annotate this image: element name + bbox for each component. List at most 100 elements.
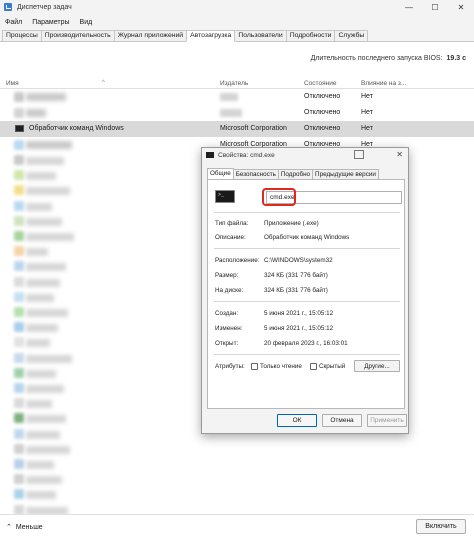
fewer-details-button[interactable]: ⌃ Меньше (6, 523, 43, 532)
app-name (26, 172, 56, 181)
app-name (26, 476, 62, 485)
highlight-box (262, 188, 296, 206)
tab-details[interactable]: Подробности (285, 30, 336, 41)
column-impact[interactable]: Влияние на з... (361, 80, 406, 87)
cancel-button[interactable]: Отмена (322, 414, 362, 427)
modified-label: Изменен: (215, 325, 243, 332)
file-type-value: Приложение (.exe) (264, 220, 319, 227)
sort-caret-icon: ^ (102, 80, 105, 86)
created-label: Создан: (215, 310, 239, 317)
table-row[interactable]: Отключено Нет (0, 105, 474, 121)
impact: Нет (361, 109, 373, 116)
app-name (26, 385, 64, 393)
app-name (26, 217, 62, 226)
app-icon (14, 352, 24, 363)
status: Отключено (304, 125, 341, 132)
enable-button[interactable]: Включить (416, 519, 466, 534)
divider (214, 301, 400, 302)
menu-view[interactable]: Вид (80, 19, 93, 26)
tab-previous-versions[interactable]: Предыдущие версии (312, 169, 379, 179)
column-publisher[interactable]: Издатель (220, 80, 248, 87)
window-controls: — ☐ ✕ (396, 0, 474, 14)
tab-processes[interactable]: Процессы (2, 30, 42, 41)
app-name (26, 369, 56, 378)
tab-general[interactable]: Общие (207, 168, 234, 179)
advanced-button[interactable]: Другие... (354, 360, 400, 372)
size-on-disk-value: 324 КБ (331 776 байт) (264, 287, 328, 294)
menu-file[interactable]: Файл (5, 19, 22, 26)
created-value: 5 июня 2021 г., 15:05:12 (264, 310, 334, 317)
table-row[interactable] (0, 457, 474, 472)
accessed-value: 20 февраля 2023 г., 16:03:01 (264, 340, 348, 347)
table-row-selected[interactable]: Обработчик команд Windows Microsoft Corp… (0, 121, 474, 137)
app-name (26, 400, 52, 409)
menu-bar: Файл Параметры Вид (0, 14, 474, 30)
properties-dialog: Свойства: cmd.exe ✕ Общие Безопасность П… (201, 147, 409, 434)
app-name (26, 354, 72, 363)
column-name[interactable]: Имя (6, 80, 19, 87)
bios-info: Длительность последнего запуска BIOS: 19… (0, 50, 474, 66)
publisher-blurred (220, 109, 242, 117)
column-status[interactable]: Состояние (304, 80, 336, 87)
app-name (26, 187, 70, 196)
tab-users[interactable]: Пользователи (234, 30, 287, 41)
apply-button[interactable]: Применить (367, 414, 407, 427)
tab-startup[interactable]: Автозагрузка (186, 30, 236, 42)
impact: Нет (361, 93, 373, 100)
app-icon (14, 276, 24, 287)
ok-button[interactable]: ОК (277, 414, 317, 427)
console-icon (215, 190, 235, 203)
app-name (26, 309, 68, 317)
table-row[interactable]: Отключено Нет (0, 89, 474, 105)
app-icon (14, 367, 24, 378)
app-name (26, 202, 52, 211)
bios-label: Длительность последнего запуска BIOS: (310, 54, 443, 62)
hidden-label[interactable]: Скрытый (319, 363, 345, 370)
tab-details[interactable]: Подробно (277, 169, 314, 179)
app-icon (14, 140, 24, 150)
app-icon (14, 489, 24, 500)
table-row[interactable] (0, 487, 474, 502)
maximize-button[interactable]: ☐ (422, 0, 448, 14)
tab-services[interactable]: Службы (334, 30, 369, 41)
close-button[interactable]: ✕ (448, 0, 474, 14)
readonly-label[interactable]: Только чтение (260, 363, 302, 370)
app-icon (14, 215, 24, 226)
modified-value: 5 июня 2021 г., 15:05:12 (264, 325, 334, 332)
dialog-close-button[interactable]: ✕ (396, 150, 403, 159)
app-icon (14, 428, 24, 439)
hidden-checkbox[interactable] (310, 363, 317, 370)
menu-options[interactable]: Параметры (32, 19, 69, 26)
app-icon (14, 307, 24, 317)
general-panel: cmd.exe Тип файла: Приложение (.exe) Опи… (207, 179, 405, 409)
title-bar: Диспетчер задач — ☐ ✕ (0, 0, 474, 14)
app-name: Обработчик команд Windows (29, 125, 124, 132)
app-icon (14, 383, 24, 393)
fewer-details-label: Меньше (15, 523, 43, 531)
divider (214, 248, 400, 249)
app-name (26, 278, 60, 287)
app-name (26, 430, 60, 439)
table-row[interactable] (0, 442, 474, 457)
accessed-label: Открыт: (215, 340, 239, 347)
dialog-title-bar: Свойства: cmd.exe ✕ (202, 148, 408, 162)
tab-app-history[interactable]: Журнал приложений (113, 30, 188, 41)
app-name (26, 491, 56, 500)
app-name (26, 339, 50, 348)
app-name (26, 109, 46, 117)
app-name (26, 324, 58, 333)
app-name (26, 293, 54, 302)
app-icon (14, 200, 24, 211)
dialog-title: Свойства: cmd.exe (218, 151, 275, 159)
file-type-label: Тип файла: (215, 220, 249, 227)
tab-performance[interactable]: Производительность (40, 30, 115, 41)
app-name (26, 157, 64, 165)
minimize-button[interactable]: — (396, 0, 422, 14)
app-name (26, 141, 72, 149)
app-icon (14, 398, 24, 409)
table-row[interactable] (0, 472, 474, 487)
description-value: Обработчик команд Windows (264, 234, 350, 241)
tab-security[interactable]: Безопасность (232, 169, 279, 179)
readonly-checkbox[interactable] (251, 363, 258, 370)
app-icon (14, 246, 24, 257)
